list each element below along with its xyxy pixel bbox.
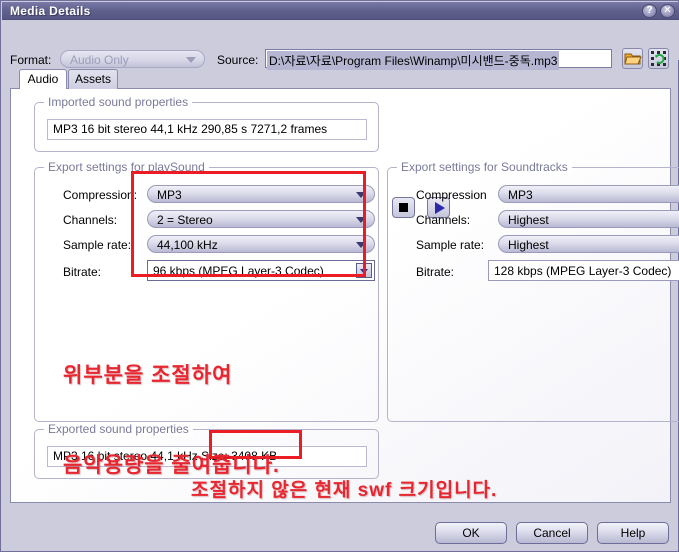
playsound-sample-rate-dropdown[interactable]: 44,100 kHz bbox=[147, 235, 375, 253]
imported-group-title: Imported sound properties bbox=[44, 95, 193, 109]
help-button[interactable]: Help bbox=[597, 522, 669, 544]
annotation-note-adjust-settings: 위부분을 조절하여 음악용량을 줄여줍니다. bbox=[63, 301, 280, 541]
tab-audio[interactable]: Audio bbox=[19, 69, 67, 89]
soundtracks-compression-field: MP3 bbox=[498, 185, 679, 203]
soundtracks-sample-rate-label: Sample rate: bbox=[416, 238, 485, 252]
playsound-bitrate-label: Bitrate: bbox=[63, 265, 102, 279]
symbol-swap-icon bbox=[651, 51, 666, 66]
source-label: Source: bbox=[217, 53, 259, 67]
source-input[interactable]: D:\자료\자료\Program Files\Winamp\미시배… bbox=[265, 49, 612, 70]
cancel-button[interactable]: Cancel bbox=[516, 522, 588, 544]
playsound-channels-label: Channels: bbox=[63, 213, 118, 227]
source-input-value: D:\자료\자료\Program Files\Winamp\미시배… bbox=[267, 51, 560, 70]
annotation-note-current-size: 조절하지 않은 현재 swf 크기입니다. bbox=[191, 480, 498, 501]
soundtracks-bitrate-field: 128 kbps (MPEG Layer-3 Codec) bbox=[488, 260, 679, 281]
soundtracks-compression-value: MP3 bbox=[508, 188, 533, 202]
format-source-bar: Format: Audio Only Source: D:\자료\자료\… bbox=[2, 20, 679, 70]
folder-open-icon bbox=[624, 53, 642, 65]
chevron-down-icon[interactable] bbox=[356, 263, 372, 278]
ok-button[interactable]: OK bbox=[435, 522, 507, 544]
chevron-down-icon bbox=[186, 57, 196, 63]
playsound-compression-label: Compression: bbox=[63, 188, 138, 202]
soundtracks-sample-rate-field: Highest bbox=[498, 235, 679, 253]
playsound-sample-rate-label: Sample rate: bbox=[63, 238, 132, 252]
window-title: Media Details bbox=[10, 4, 91, 18]
chevron-down-icon bbox=[356, 192, 366, 198]
playsound-sample-rate-value: 44,100 kHz bbox=[157, 238, 218, 252]
soundtracks-compression-label: Compression bbox=[416, 188, 487, 202]
tab-assets[interactable]: Assets bbox=[68, 69, 118, 89]
chevron-down-icon bbox=[356, 242, 366, 248]
format-label: Format: bbox=[10, 53, 52, 67]
title-bar: Media Details ? ✕ bbox=[2, 2, 679, 20]
soundtracks-channels-label: Channels: bbox=[416, 213, 471, 227]
close-icon-button[interactable]: ✕ bbox=[660, 4, 675, 18]
media-details-window: Media Details ? ✕ Format: Audio Only Sou… bbox=[0, 0, 679, 552]
playsound-compression-value: MP3 bbox=[157, 188, 182, 202]
soundtracks-channels-field: Highest bbox=[498, 210, 679, 228]
playsound-bitrate-dropdown[interactable]: 96 kbps (MPEG Layer-3 Codec) bbox=[147, 260, 375, 281]
format-dropdown[interactable]: Audio Only bbox=[60, 50, 205, 68]
playsound-channels-value: 2 = Stereo bbox=[157, 213, 213, 227]
soundtracks-group-title: Export settings for Soundtracks bbox=[397, 160, 572, 174]
folder-open-icon-button[interactable] bbox=[622, 48, 643, 69]
annotation-note-1-line-1: 위부분을 조절하여 bbox=[63, 364, 233, 387]
imported-sound-properties-group: Imported sound properties MP3 16 bit ste… bbox=[34, 95, 379, 152]
playsound-group-title: Export settings for playSound bbox=[44, 160, 209, 174]
soundtracks-sample-rate-value: Highest bbox=[508, 238, 549, 252]
soundtracks-export-settings-group: Export settings for Soundtracks Compress… bbox=[387, 160, 679, 422]
format-dropdown-value: Audio Only bbox=[70, 53, 129, 67]
playsound-compression-dropdown[interactable]: MP3 bbox=[147, 185, 375, 203]
help-icon-button[interactable]: ? bbox=[642, 4, 657, 18]
playsound-bitrate-value: 96 kbps (MPEG Layer-3 Codec) bbox=[153, 264, 324, 278]
chevron-down-icon bbox=[356, 217, 366, 223]
soundtracks-channels-value: Highest bbox=[508, 213, 549, 227]
imported-properties-value: MP3 16 bit stereo 44,1 kHz 290,85 s 7271… bbox=[47, 119, 367, 140]
playsound-channels-dropdown[interactable]: 2 = Stereo bbox=[147, 210, 375, 228]
symbol-swap-icon-button[interactable] bbox=[648, 48, 669, 69]
soundtracks-bitrate-label: Bitrate: bbox=[416, 265, 455, 279]
